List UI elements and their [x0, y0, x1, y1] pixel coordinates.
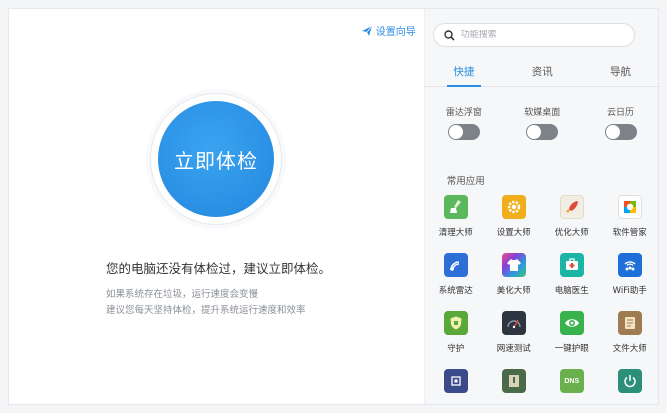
eye-icon	[559, 311, 584, 335]
tab-news[interactable]: 资讯	[503, 61, 581, 86]
toggle-label: 软媒桌面	[524, 108, 561, 118]
app-label: 文件大师	[612, 344, 647, 354]
dns-icon: DNS	[559, 369, 584, 393]
software-store-icon	[617, 195, 642, 219]
tab-navigation[interactable]: 导航	[581, 61, 659, 86]
app-label: 软件管家	[612, 228, 647, 238]
app-system-radar[interactable]: 系统雷达	[427, 253, 485, 311]
archive-icon	[501, 369, 526, 393]
app-file-master[interactable]: 文件大师	[601, 311, 659, 369]
speedometer-icon	[501, 311, 526, 335]
app-label: 优化大师	[554, 228, 589, 238]
app-settings[interactable]: 设置大师	[485, 195, 543, 253]
toggle-cloud-calendar: 云日历	[581, 105, 659, 140]
setup-guide-label: 设置向导	[375, 27, 416, 38]
app-label: 电脑医生	[554, 286, 589, 296]
app-software-manager[interactable]: 软件管家	[601, 195, 659, 253]
toggle-label: 雷达浮窗	[445, 108, 482, 118]
app-label: 守护	[447, 344, 465, 354]
checkup-panel: 设置向导 立即体检 您的电脑还没有体检过，建议立即体检。 如果系统存在垃圾，运行…	[9, 9, 424, 404]
setup-guide-link[interactable]: 设置向导	[361, 23, 416, 38]
apps-section-title: 常用应用	[446, 176, 485, 187]
search-icon	[444, 29, 455, 41]
toggle-radar-float: 雷达浮窗	[425, 105, 503, 140]
app-optimizer[interactable]: 优化大师	[543, 195, 601, 253]
side-panel: 快捷 资讯 导航 雷达浮窗 软媒桌面 云日历 常用应用	[423, 9, 660, 404]
app-label: 系统雷达	[438, 286, 473, 296]
shield-icon	[443, 311, 468, 335]
app-label: 设置大师	[496, 228, 531, 238]
checkup-hint-1: 如果系统存在垃圾，运行速度会变慢	[106, 289, 259, 300]
app-label: 清理大师	[438, 228, 473, 238]
app-grid: 清理大师 设置大师 优化大师 软件管家 系统雷达 美化大师 电脑医生 WiFi助…	[425, 195, 660, 413]
app-label: 网速测试	[496, 344, 531, 354]
start-checkup-button[interactable]: 立即体检	[158, 101, 274, 217]
search-box[interactable]	[432, 23, 635, 47]
broom-icon	[443, 195, 468, 219]
app-memory[interactable]	[427, 369, 485, 413]
checkup-hint-2: 建议您每天坚持体检，提升系统运行速度和效率	[106, 305, 306, 316]
tshirt-icon	[501, 253, 526, 277]
app-wifi-assistant[interactable]: WiFi助手	[601, 253, 659, 311]
app-speed-test[interactable]: 网速测试	[485, 311, 543, 369]
radar-float-switch[interactable]	[447, 124, 480, 140]
search-input[interactable]	[460, 30, 621, 40]
wifi-users-icon	[617, 253, 642, 277]
paper-plane-icon	[361, 25, 373, 36]
app-pc-doctor[interactable]: 电脑医生	[543, 253, 601, 311]
rocket-icon	[559, 195, 584, 219]
radar-icon	[443, 253, 468, 277]
medical-kit-icon	[559, 253, 584, 277]
checkup-ring: 立即体检	[150, 93, 282, 225]
app-window: 设置向导 立即体检 您的电脑还没有体检过，建议立即体检。 如果系统存在垃圾，运行…	[8, 8, 660, 405]
app-power-timer[interactable]	[601, 369, 659, 413]
app-label: 美化大师	[496, 286, 531, 296]
file-icon	[617, 311, 642, 335]
app-label: 一键护眼	[554, 344, 589, 354]
tab-shortcuts[interactable]: 快捷	[425, 61, 503, 87]
power-timer-icon	[617, 369, 642, 393]
gear-icon	[501, 195, 526, 219]
memory-chip-icon	[443, 369, 468, 393]
app-guard[interactable]: 守护	[427, 311, 485, 369]
app-dns[interactable]: DNS	[543, 369, 601, 413]
toggle-row: 雷达浮窗 软媒桌面 云日历	[425, 105, 660, 140]
toggle-label: 云日历	[607, 108, 635, 118]
app-label: WiFi助手	[612, 286, 647, 296]
app-cleaner[interactable]: 清理大师	[427, 195, 485, 253]
app-eye-care[interactable]: 一键护眼	[543, 311, 601, 369]
checkup-message: 您的电脑还没有体检过，建议立即体检。	[106, 261, 332, 276]
app-archive[interactable]	[485, 369, 543, 413]
desktop-switch[interactable]	[526, 124, 559, 140]
cloud-calendar-switch[interactable]	[604, 124, 637, 140]
toggle-desktop: 软媒桌面	[503, 105, 581, 140]
tab-bar: 快捷 资讯 导航	[424, 61, 660, 87]
app-beautify[interactable]: 美化大师	[485, 253, 543, 311]
